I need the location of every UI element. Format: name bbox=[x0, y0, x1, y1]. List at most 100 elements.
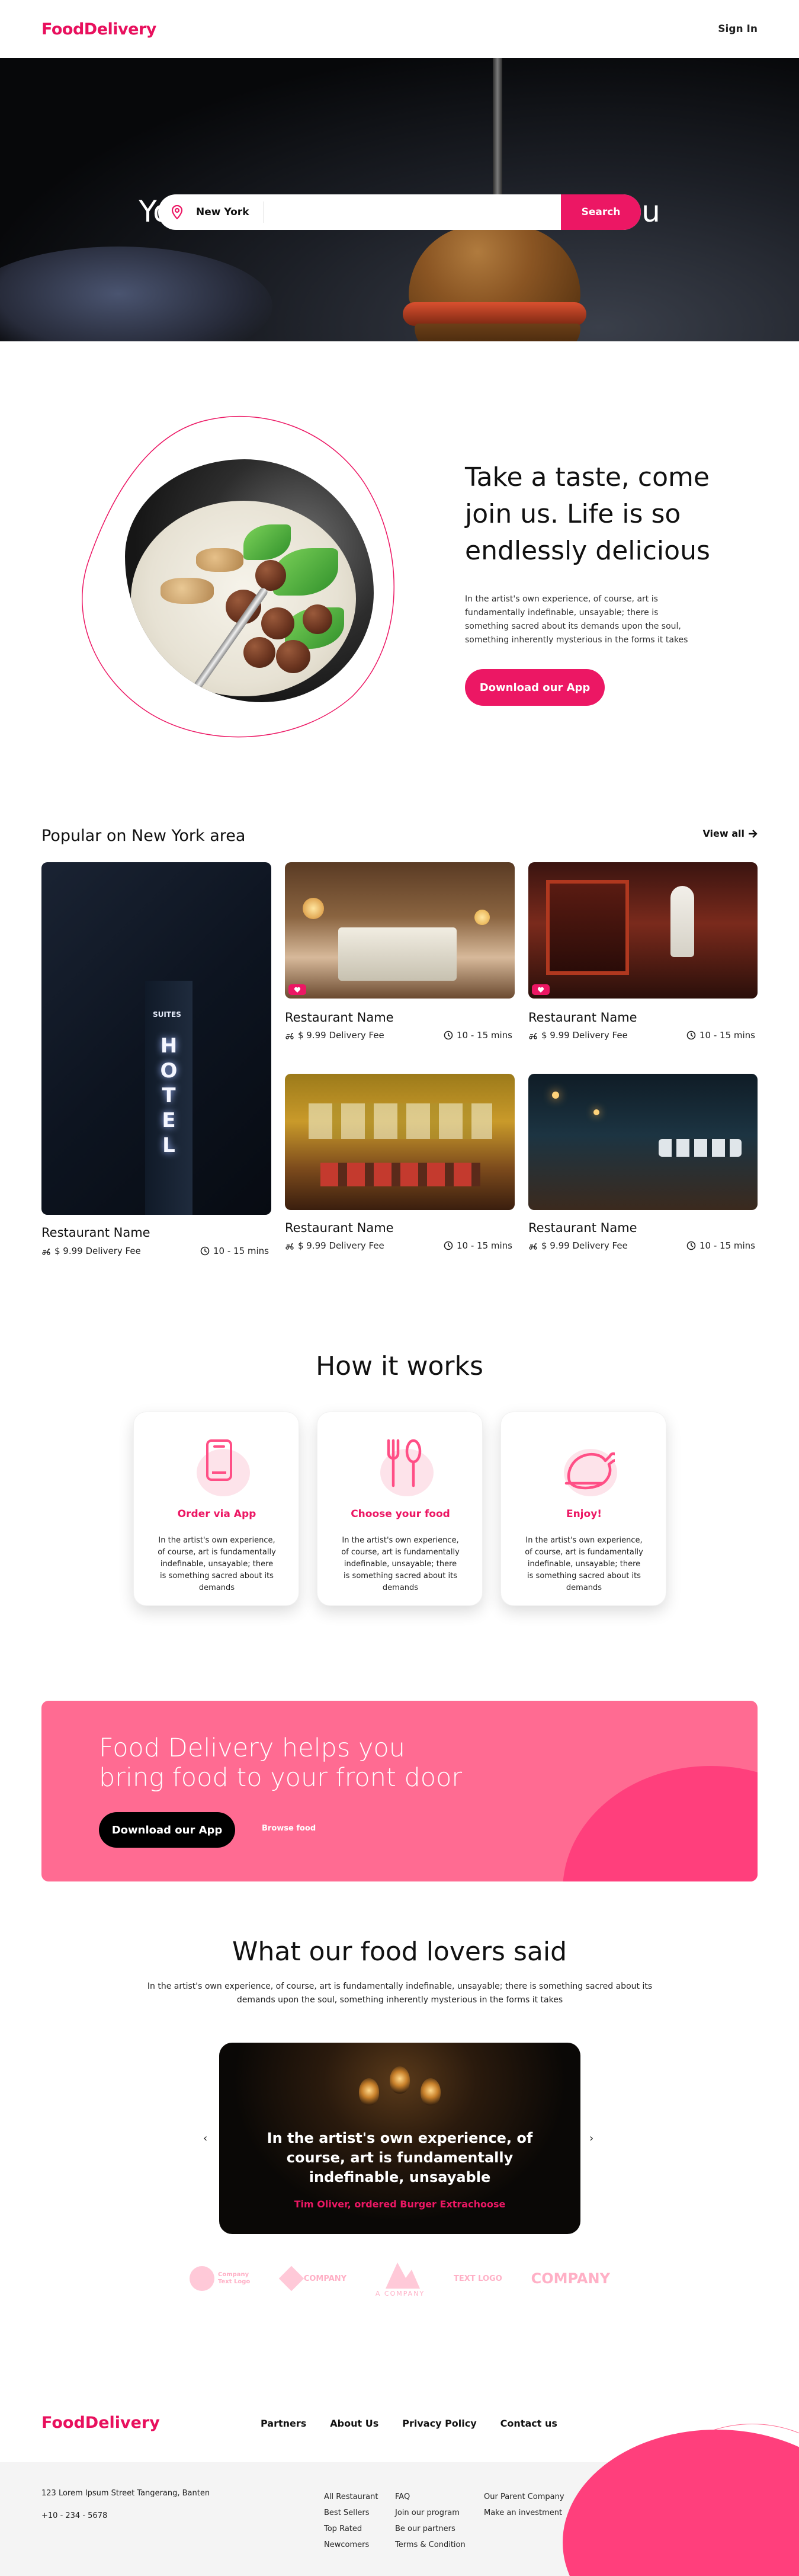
light bbox=[552, 1092, 559, 1099]
location-select[interactable]: New York bbox=[196, 206, 264, 218]
brand-logo: TEXT LOGO bbox=[454, 2274, 502, 2283]
sign-in-link[interactable]: Sign In bbox=[718, 23, 758, 35]
bulb bbox=[359, 2078, 379, 2105]
restaurant-card-image[interactable]: HOTEL SUITES bbox=[41, 862, 271, 1215]
footer-logo[interactable]: FoodDelivery bbox=[41, 2414, 160, 2432]
shelf bbox=[546, 880, 629, 975]
footer-link[interactable]: All Restaurant bbox=[324, 2489, 378, 2505]
footer-link[interactable]: Our Parent Company bbox=[484, 2489, 564, 2505]
hero-burger-image bbox=[409, 225, 580, 314]
app-banner: Food Delivery helps you bring food to yo… bbox=[41, 1701, 758, 1881]
search-button[interactable]: Search bbox=[561, 194, 641, 230]
brand-logos: Company Text Logo COMPANY A COMPANY TEXT… bbox=[190, 2255, 610, 2302]
bartender bbox=[670, 886, 694, 957]
carousel-next-button[interactable]: › bbox=[589, 2132, 593, 2145]
footer-link[interactable]: Top Rated bbox=[324, 2521, 378, 2537]
footer-phone: +10 - 234 - 5678 bbox=[41, 2511, 108, 2520]
scooter-icon bbox=[42, 1249, 50, 1255]
clock-icon bbox=[686, 1031, 696, 1040]
restaurant-card-image[interactable] bbox=[528, 1074, 758, 1210]
testimonials-title: What our food lovers said bbox=[232, 1937, 567, 1967]
footer-link[interactable]: Best Sellers bbox=[324, 2505, 378, 2521]
delivery-time-text: 10 - 15 mins bbox=[457, 1030, 512, 1041]
phone-icon bbox=[191, 1438, 250, 1497]
logo[interactable]: FoodDelivery bbox=[41, 20, 156, 39]
restaurant-name[interactable]: Restaurant Name bbox=[285, 1010, 394, 1025]
brand-text: COMPANY bbox=[531, 2270, 610, 2287]
footer-link[interactable]: Join our program bbox=[395, 2505, 466, 2521]
brand-text: TEXT LOGO bbox=[454, 2274, 502, 2283]
clock-icon bbox=[444, 1241, 453, 1250]
lamp bbox=[303, 898, 324, 919]
taste-text: In the artist's own experience, of cours… bbox=[465, 594, 688, 645]
hero-burger-filling bbox=[403, 302, 586, 326]
footer-nav-partners[interactable]: Partners bbox=[261, 2418, 306, 2429]
heart-icon[interactable] bbox=[532, 984, 550, 995]
footer-nav-about[interactable]: About Us bbox=[330, 2418, 378, 2429]
delivery-time: 10 - 15 mins bbox=[444, 1030, 512, 1041]
banner-wave bbox=[563, 1766, 758, 1881]
step-title: Choose your food bbox=[351, 1508, 450, 1520]
hotel-sign-small: SUITES bbox=[153, 1010, 181, 1019]
banner-download-button[interactable]: Download our App bbox=[99, 1812, 235, 1848]
step-title: Enjoy! bbox=[566, 1508, 602, 1520]
clock-icon bbox=[444, 1031, 453, 1040]
delivery-time-text: 10 - 15 mins bbox=[699, 1030, 755, 1041]
browse-food-link[interactable]: Browse food bbox=[262, 1824, 316, 1833]
scooter-icon bbox=[285, 1243, 294, 1250]
restaurant-card-image[interactable] bbox=[528, 862, 758, 999]
meatball bbox=[303, 604, 332, 634]
scooter-icon bbox=[529, 1033, 537, 1039]
heart-icon[interactable] bbox=[288, 984, 306, 995]
brand-text: COMPANY bbox=[303, 2274, 347, 2283]
meatball bbox=[243, 637, 275, 668]
brand-logo: COMPANY bbox=[531, 2270, 610, 2287]
scooter-icon bbox=[529, 1243, 537, 1250]
delivery-fee-text: $ 9.99 Delivery Fee bbox=[541, 1240, 628, 1251]
step-card: Enjoy! In the artist's own experience, o… bbox=[500, 1412, 666, 1606]
footer-column: Our Parent Company Make an investment bbox=[484, 2489, 564, 2521]
footer-nav-privacy[interactable]: Privacy Policy bbox=[402, 2418, 476, 2429]
delivery-time-text: 10 - 15 mins bbox=[699, 1240, 755, 1251]
footer-link[interactable]: Be our partners bbox=[395, 2521, 466, 2537]
delivery-time: 10 - 15 mins bbox=[200, 1246, 269, 1256]
meatball bbox=[261, 607, 294, 639]
restaurant-name[interactable]: Restaurant Name bbox=[528, 1221, 637, 1235]
carousel-prev-button[interactable]: ‹ bbox=[203, 2132, 207, 2145]
footer-link[interactable]: FAQ bbox=[395, 2489, 466, 2505]
footer-link[interactable]: Terms & Condition bbox=[395, 2537, 466, 2553]
footer-nav-contact[interactable]: Contact us bbox=[500, 2418, 557, 2429]
search-input[interactable] bbox=[264, 194, 561, 230]
step-card: Order via App In the artist's own experi… bbox=[133, 1412, 299, 1606]
meatball bbox=[255, 560, 286, 591]
popular-title: Popular on New York area bbox=[41, 827, 246, 845]
potato bbox=[196, 548, 243, 572]
footer-link[interactable]: Newcomers bbox=[324, 2537, 378, 2553]
footer-nav: Partners About Us Privacy Policy Contact… bbox=[261, 2418, 557, 2429]
step-title: Order via App bbox=[177, 1508, 256, 1520]
brand-logo: COMPANY bbox=[278, 2265, 347, 2292]
windows bbox=[309, 1103, 492, 1139]
delivery-fee: $ 9.99 Delivery Fee bbox=[285, 1240, 384, 1251]
footer-link[interactable]: Make an investment bbox=[484, 2505, 564, 2521]
page: FoodDelivery Sign In Your favorite food,… bbox=[0, 0, 799, 2576]
restaurant-name[interactable]: Restaurant Name bbox=[285, 1221, 394, 1235]
delivery-fee-text: $ 9.99 Delivery Fee bbox=[298, 1030, 384, 1041]
restaurant-card-image[interactable] bbox=[285, 1074, 515, 1210]
taste-title: Take a taste, come join us. Life is so e… bbox=[465, 462, 710, 566]
footer-address: 123 Lorem Ipsum Street Tangerang, Banten bbox=[41, 2489, 210, 2498]
chicken-icon bbox=[558, 1438, 617, 1497]
restaurant-name[interactable]: Restaurant Name bbox=[528, 1010, 637, 1025]
hero-burger-bun bbox=[415, 324, 580, 341]
view-all-link[interactable]: View all bbox=[702, 828, 758, 839]
arrow-right-icon bbox=[749, 829, 758, 838]
light bbox=[593, 1109, 599, 1115]
testimonials-subtitle: In the artist's own experience, of cours… bbox=[147, 1982, 653, 2005]
delivery-fee-text: $ 9.99 Delivery Fee bbox=[541, 1030, 628, 1041]
step-text: In the artist's own experience, of cours… bbox=[158, 1536, 276, 1592]
restaurant-name[interactable]: Restaurant Name bbox=[41, 1225, 150, 1240]
clock-icon bbox=[686, 1241, 696, 1250]
restaurant-card-image[interactable] bbox=[285, 862, 515, 999]
step-text: In the artist's own experience, of cours… bbox=[525, 1536, 643, 1592]
download-app-button[interactable]: Download our App bbox=[465, 669, 605, 706]
